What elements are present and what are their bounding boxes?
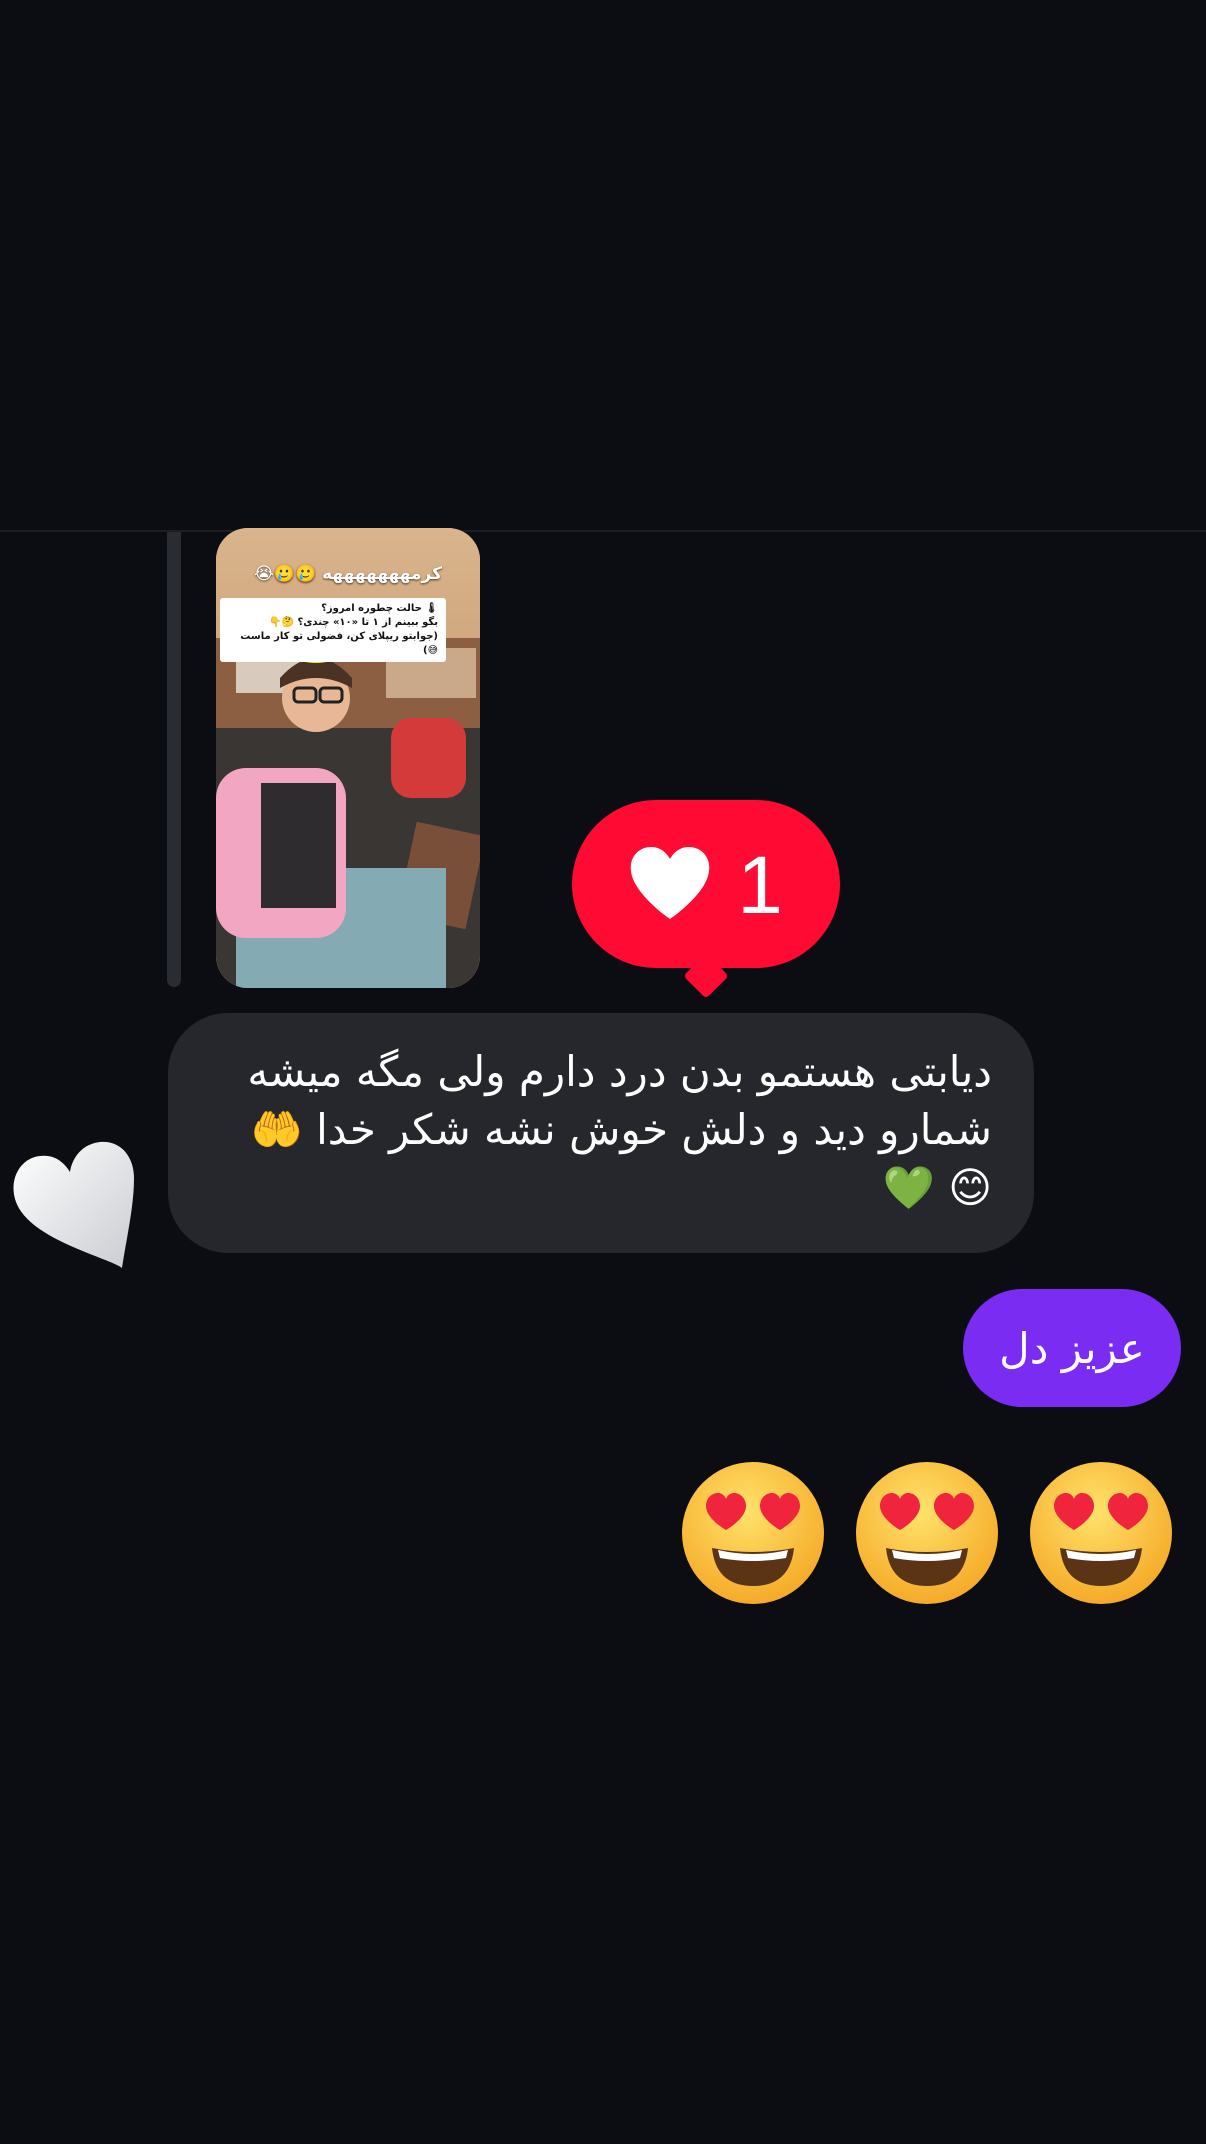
sticker-line: (جوابتو ریپلای کن، فضولی تو کار ماست 😅) [240,631,438,656]
empty-chat-area [0,0,1206,530]
emoji-message[interactable] [680,1460,1174,1606]
story-image [216,528,480,988]
sent-message-bubble[interactable]: عزیز دل [963,1289,1181,1407]
sent-message-text: عزیز دل [999,1323,1145,1373]
received-message-bubble[interactable]: دیابتی هستمو بدن درد دارم ولی مگه میشه ش… [168,1013,1034,1253]
heart-eyes-face-icon [1028,1460,1174,1606]
story-question-sticker: 🌡 حالت چطوره امروز؟ بگو ببینم از ۱ تا «۱… [220,598,446,662]
heart-icon [629,847,711,921]
story-caption: کرمهههههههه 🥲🥲😭 [254,564,442,584]
reply-indicator-bar [167,532,181,987]
sticker-line: بگو ببینم از ۱ تا «۱۰» چندی؟ 🤔👇 [269,617,438,628]
like-reaction-badge[interactable]: 1 [572,800,840,968]
heart-eyes-face-icon [680,1460,826,1606]
like-count: 1 [737,840,783,931]
sticker-line: 🌡 حالت چطوره امروز؟ [321,603,438,614]
heart-eyes-face-icon [854,1460,1000,1606]
white-heart-icon[interactable] [10,1140,138,1270]
story-reply-thumbnail[interactable]: کرمهههههههه 🥲🥲😭 🌡 حالت چطوره امروز؟ بگو … [216,528,480,988]
received-message-text: دیابتی هستمو بدن درد دارم ولی مگه میشه ش… [247,1047,992,1212]
